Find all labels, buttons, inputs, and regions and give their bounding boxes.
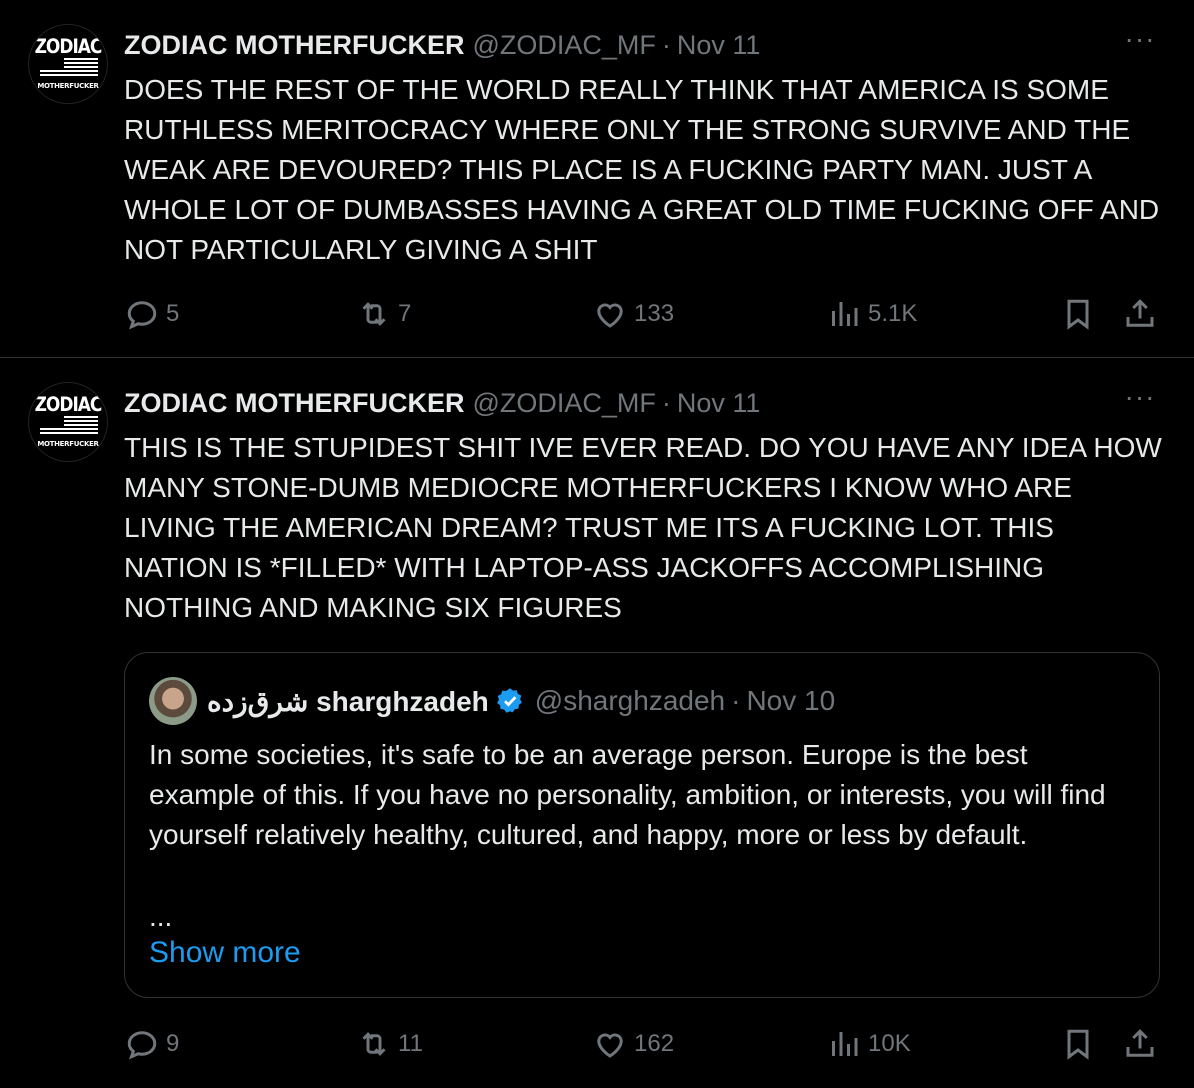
bookmark-icon bbox=[1067, 299, 1089, 330]
separator-dot: · bbox=[661, 29, 671, 60]
views-button[interactable]: 10K bbox=[826, 1024, 911, 1064]
quoted-text: In some societies, it's safe to be an av… bbox=[149, 739, 1106, 850]
quoted-author-name[interactable]: شرق‌زده sharghzadeh bbox=[207, 685, 489, 718]
quoted-date[interactable]: Nov 10 bbox=[746, 685, 835, 717]
avatar-logo-bottom: MOTHERFUCKER bbox=[37, 82, 99, 90]
like-icon bbox=[597, 303, 623, 328]
timeline: ZODIAC MOTHERFUCKER ZODIAC MOTHERFUCKER … bbox=[0, 0, 1194, 1088]
tweet-header: ZODIAC MOTHERFUCKER @ZODIAC_MF · Nov 11 bbox=[124, 28, 760, 62]
bookmark-icon bbox=[1067, 1029, 1089, 1060]
author-name[interactable]: ZODIAC MOTHERFUCKER bbox=[124, 388, 464, 419]
like-button[interactable]: 133 bbox=[592, 294, 674, 334]
flag-icon bbox=[40, 416, 98, 436]
avatar[interactable]: ZODIAC MOTHERFUCKER bbox=[28, 382, 108, 462]
quoted-tweet[interactable]: شرق‌زده sharghzadeh @sharghzadeh · Nov 1… bbox=[124, 652, 1160, 998]
like-count: 133 bbox=[634, 300, 675, 327]
separator-dot: · bbox=[731, 685, 741, 716]
author-handle[interactable]: @ZODIAC_MF bbox=[472, 388, 655, 419]
views-button[interactable]: 5.1K bbox=[826, 294, 917, 334]
like-icon bbox=[597, 1033, 623, 1058]
flag-icon bbox=[40, 58, 98, 78]
like-button[interactable]: 162 bbox=[592, 1024, 674, 1064]
verified-badge-icon bbox=[496, 688, 522, 713]
author-handle[interactable]: @ZODIAC_MF bbox=[472, 30, 655, 61]
repost-icon bbox=[362, 1032, 386, 1056]
repost-button[interactable]: 11 bbox=[356, 1024, 423, 1064]
quoted-ellipsis: ... bbox=[149, 901, 173, 932]
avatar-logo-bottom: MOTHERFUCKER bbox=[37, 440, 99, 448]
bookmark-button[interactable] bbox=[1060, 1024, 1096, 1064]
quoted-header: شرق‌زده sharghzadeh @sharghzadeh · Nov 1… bbox=[207, 683, 835, 719]
author-name[interactable]: ZODIAC MOTHERFUCKER bbox=[124, 30, 464, 61]
views-icon bbox=[832, 302, 858, 326]
share-button[interactable] bbox=[1122, 294, 1158, 334]
show-more-link[interactable]: Show more bbox=[149, 933, 301, 973]
reply-count: 5 bbox=[166, 300, 180, 327]
reply-button[interactable]: 5 bbox=[124, 294, 179, 334]
share-button[interactable] bbox=[1122, 1024, 1158, 1064]
avatar[interactable]: ZODIAC MOTHERFUCKER bbox=[28, 24, 108, 104]
views-icon bbox=[832, 1032, 858, 1056]
avatar-logo-top: ZODIAC bbox=[34, 35, 103, 59]
reply-icon bbox=[127, 301, 157, 330]
tweet-text: DOES THE REST OF THE WORLD REALLY THINK … bbox=[124, 74, 1160, 265]
quoted-avatar[interactable] bbox=[149, 677, 197, 725]
more-icon[interactable]: ··· bbox=[1124, 383, 1156, 418]
repost-count: 11 bbox=[398, 1030, 423, 1057]
reply-icon bbox=[127, 1031, 157, 1060]
bookmark-button[interactable] bbox=[1060, 294, 1096, 334]
views-count: 5.1K bbox=[868, 300, 918, 327]
tweet-date[interactable]: Nov 11 bbox=[677, 30, 761, 61]
avatar-logo-top: ZODIAC bbox=[34, 393, 103, 417]
reply-count: 9 bbox=[166, 1030, 180, 1057]
more-icon[interactable]: ··· bbox=[1124, 25, 1156, 60]
tweet-text: THIS IS THE STUPIDEST SHIT IVE EVER READ… bbox=[124, 432, 1162, 623]
tweet[interactable]: ZODIAC MOTHERFUCKER ZODIAC MOTHERFUCKER … bbox=[0, 358, 1194, 1088]
tweet-header: ZODIAC MOTHERFUCKER @ZODIAC_MF · Nov 11 bbox=[124, 386, 760, 420]
repost-icon bbox=[362, 302, 386, 326]
share-icon bbox=[1126, 1029, 1154, 1057]
tweet-actions: 9 11 162 10K bbox=[120, 1024, 1170, 1064]
quoted-author-handle[interactable]: @sharghzadeh bbox=[535, 685, 725, 717]
separator-dot: · bbox=[661, 387, 671, 418]
like-count: 162 bbox=[634, 1030, 675, 1057]
tweet-date[interactable]: Nov 11 bbox=[677, 388, 761, 419]
tweet-actions: 5 7 133 5.1K bbox=[120, 294, 1170, 334]
tweet[interactable]: ZODIAC MOTHERFUCKER ZODIAC MOTHERFUCKER … bbox=[0, 0, 1194, 358]
share-icon bbox=[1126, 299, 1154, 327]
views-count: 10K bbox=[868, 1030, 911, 1057]
repost-button[interactable]: 7 bbox=[356, 294, 411, 334]
repost-count: 7 bbox=[398, 300, 412, 327]
reply-button[interactable]: 9 bbox=[124, 1024, 179, 1064]
